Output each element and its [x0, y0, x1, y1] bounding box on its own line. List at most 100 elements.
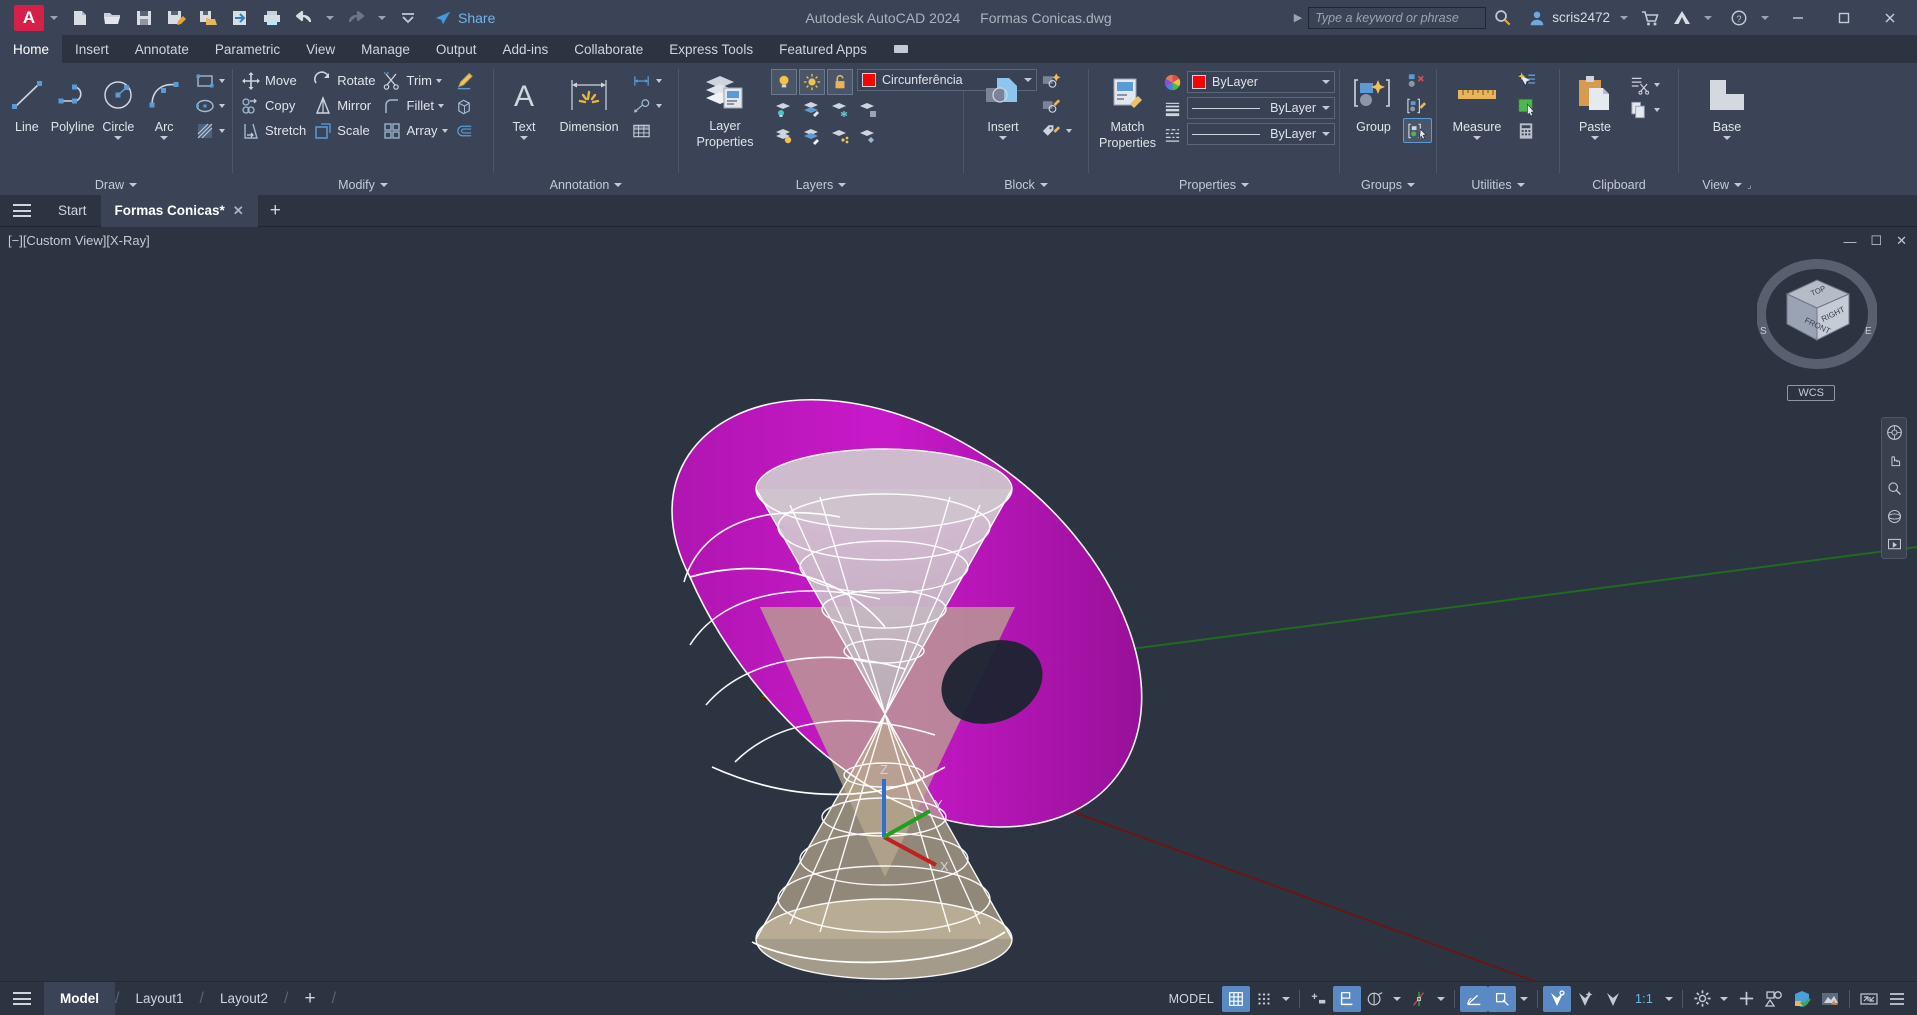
- ungroup-button[interactable]: [1403, 68, 1432, 93]
- layer-merge-button[interactable]: [855, 123, 881, 149]
- panel-annotation-chevron-down-icon[interactable]: [614, 183, 623, 187]
- hardware-acceleration-button[interactable]: [1788, 986, 1816, 1012]
- paste-button[interactable]: Paste: [1564, 68, 1626, 140]
- space-toggle-button[interactable]: MODEL: [1161, 992, 1222, 1006]
- ellipse-button[interactable]: [191, 93, 228, 118]
- group-edit-button[interactable]: [1403, 93, 1432, 118]
- lineweight-combo[interactable]: ByLayer: [1187, 97, 1335, 119]
- polar-tracking-toggle[interactable]: [1405, 986, 1433, 1012]
- dimension-button[interactable]: Dimension: [550, 68, 628, 134]
- layer-isolate-button[interactable]: [771, 96, 797, 122]
- help-chevron-down-icon[interactable]: [1761, 15, 1769, 20]
- cut-chevron-down-icon[interactable]: [1654, 82, 1660, 87]
- user-account[interactable]: scris2472: [1528, 9, 1610, 27]
- clean-screen-button[interactable]: [1816, 986, 1844, 1012]
- tab-collaborate[interactable]: Collaborate: [561, 35, 656, 63]
- layout-tab-layout2[interactable]: Layout2: [204, 982, 284, 1015]
- maximize-button[interactable]: [1821, 0, 1867, 35]
- base-view-chevron-down-icon[interactable]: [1723, 136, 1731, 140]
- panel-annotation-title[interactable]: Annotation: [494, 175, 678, 195]
- hatch-button[interactable]: [191, 118, 228, 143]
- panel-modify-chevron-down-icon[interactable]: [379, 183, 388, 187]
- panel-layers-chevron-down-icon[interactable]: [838, 183, 847, 187]
- object-color-chevron-down-icon[interactable]: [1322, 80, 1330, 84]
- tab-home[interactable]: Home: [0, 35, 63, 63]
- panel-layers-title[interactable]: Layers: [679, 175, 963, 195]
- cart-icon[interactable]: [1637, 5, 1663, 31]
- layer-freeze-toggle[interactable]: [799, 69, 825, 95]
- panel-clipboard-title[interactable]: Clipboard: [1560, 175, 1678, 195]
- ortho-mode-toggle[interactable]: [1361, 986, 1389, 1012]
- fillet-chevron-down-icon[interactable]: [437, 103, 444, 108]
- zoom-extents-icon[interactable]: [1884, 478, 1904, 498]
- viewport-minimize-icon[interactable]: —: [1843, 234, 1856, 249]
- panel-groups-title[interactable]: Groups: [1340, 175, 1436, 195]
- close-button[interactable]: [1867, 0, 1913, 35]
- match-properties-button[interactable]: Match Properties: [1093, 68, 1162, 150]
- text-chevron-down-icon[interactable]: [520, 136, 528, 140]
- explode-button[interactable]: [451, 93, 478, 118]
- layer-thaw-button[interactable]: [799, 123, 825, 149]
- osnap-chevron-down-icon[interactable]: [1520, 996, 1529, 1001]
- rectangle-button[interactable]: [191, 68, 228, 93]
- file-tab-formas-conicas[interactable]: Formas Conicas* ✕: [100, 194, 258, 227]
- 3d-object-snap-toggle[interactable]: [1543, 985, 1572, 1012]
- layer-lock-toggle[interactable]: [827, 69, 853, 95]
- quick-select-button[interactable]: [1513, 68, 1540, 93]
- scale-button[interactable]: Scale: [309, 118, 378, 143]
- annotation-scale-value[interactable]: 1:1: [1627, 992, 1661, 1006]
- showmotion-icon[interactable]: [1884, 534, 1904, 554]
- tab-output[interactable]: Output: [423, 35, 490, 63]
- linetype-combo[interactable]: ByLayer: [1187, 123, 1335, 145]
- object-color-combo[interactable]: ByLayer: [1187, 71, 1335, 93]
- lineweight-chevron-down-icon[interactable]: [1322, 106, 1330, 110]
- open-folder-icon[interactable]: [99, 5, 125, 31]
- pan-icon[interactable]: [1884, 450, 1904, 470]
- close-icon[interactable]: ✕: [233, 203, 244, 219]
- chevron-down-bar-icon[interactable]: [395, 5, 421, 31]
- redo-chevron-down-icon[interactable]: [378, 15, 386, 20]
- panel-draw-title[interactable]: Draw: [0, 175, 232, 195]
- layer-unisolate-button[interactable]: [799, 96, 825, 122]
- tab-featured-apps[interactable]: Featured Apps: [766, 35, 880, 63]
- layer-unlock-button[interactable]: [827, 123, 853, 149]
- printer-icon[interactable]: [259, 5, 285, 31]
- full-navigation-wheel-icon[interactable]: [1884, 422, 1904, 442]
- layout-menu-button[interactable]: [0, 983, 44, 1015]
- customization-plus-button[interactable]: [1732, 986, 1760, 1012]
- select-all-button[interactable]: [1513, 93, 1540, 118]
- polar-chevron-down-icon[interactable]: [1437, 996, 1446, 1001]
- group-button[interactable]: Group: [1344, 68, 1403, 134]
- workspace-switching-button[interactable]: [1688, 986, 1716, 1012]
- base-view-button[interactable]: Base: [1696, 68, 1758, 140]
- rotate-button[interactable]: Rotate: [309, 68, 378, 93]
- isolate-objects-button[interactable]: [1760, 986, 1788, 1012]
- view-cube[interactable]: FRONT RIGHT TOP S E: [1756, 252, 1878, 377]
- hatch-chevron-down-icon[interactable]: [219, 128, 225, 133]
- leader-button[interactable]: [628, 93, 665, 118]
- tab-parametric[interactable]: Parametric: [202, 35, 293, 63]
- undo-chevron-down-icon[interactable]: [326, 15, 334, 20]
- group-selection-button[interactable]: [1403, 118, 1432, 143]
- floppy-save-as-icon[interactable]: [163, 5, 189, 31]
- ellipse-chevron-down-icon[interactable]: [219, 103, 225, 108]
- save-to-folder-icon[interactable]: [195, 5, 221, 31]
- dimension-style-chevron-down-icon[interactable]: [656, 78, 662, 83]
- redo-arrow-icon[interactable]: [343, 5, 369, 31]
- cut-button[interactable]: [1626, 72, 1663, 97]
- tab-insert[interactable]: Insert: [62, 35, 122, 63]
- circle-button[interactable]: Circle: [96, 68, 142, 140]
- undo-arrow-icon[interactable]: [291, 5, 317, 31]
- table-button[interactable]: [628, 118, 665, 143]
- paste-chevron-down-icon[interactable]: [1591, 136, 1599, 140]
- customization-menu-button[interactable]: [1883, 986, 1911, 1012]
- open-from-web-icon[interactable]: [227, 5, 253, 31]
- file-tab-menu-button[interactable]: [0, 195, 44, 227]
- linetype-chevron-down-icon[interactable]: [1322, 132, 1330, 136]
- orbit-icon[interactable]: [1884, 506, 1904, 526]
- snap-chevron-down-icon[interactable]: [1282, 996, 1291, 1001]
- autocad-a-logo[interactable]: A: [14, 4, 44, 31]
- tab-manage[interactable]: Manage: [348, 35, 423, 63]
- panel-groups-chevron-down-icon[interactable]: [1407, 183, 1415, 187]
- viewport-maximize-icon[interactable]: ☐: [1870, 233, 1882, 249]
